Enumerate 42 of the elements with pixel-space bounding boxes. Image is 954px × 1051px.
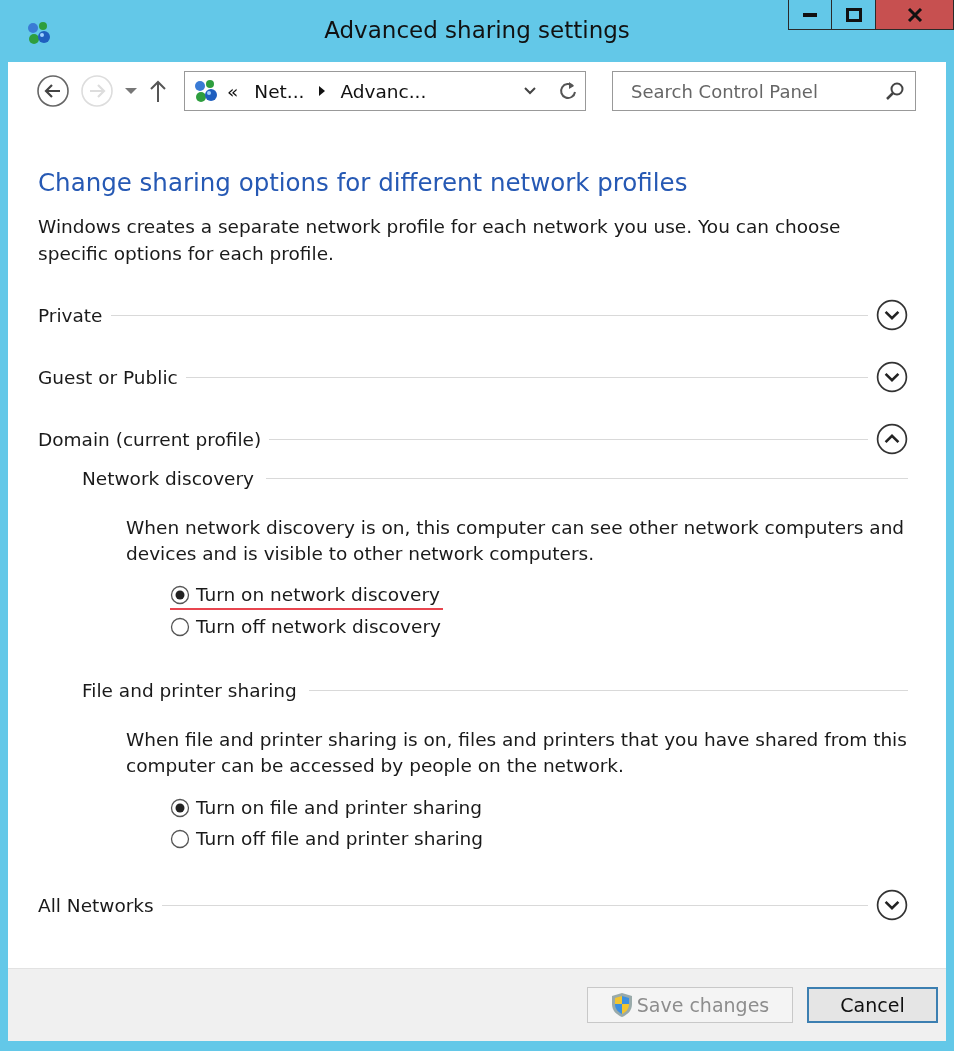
expand-chevron-icon[interactable] [876, 299, 908, 331]
page-description: Windows creates a separate network profile for each network you use. You can choose specific options for each profile. [38, 215, 842, 266]
refresh-icon[interactable] [557, 80, 579, 102]
breadcrumb-item[interactable]: Advanc... [340, 80, 427, 102]
minimize-button[interactable] [788, 0, 832, 30]
search-box[interactable]: Search Control Panel [612, 71, 916, 111]
radio-button[interactable] [170, 584, 190, 605]
address-bar[interactable]: « Net... Advanc... [184, 71, 586, 111]
profile-header[interactable]: Domain (current profile) [38, 428, 262, 450]
window-title: Advanced sharing settings [324, 17, 630, 43]
profile-header[interactable]: Private [38, 304, 103, 326]
radio-label[interactable]: Turn on file and printer sharing [196, 797, 483, 818]
radio-button[interactable] [170, 797, 190, 818]
up-arrow-button[interactable] [148, 79, 168, 103]
back-button[interactable] [36, 74, 70, 108]
page-heading: Change sharing options for different network profiles [38, 168, 689, 197]
close-button[interactable] [876, 0, 954, 30]
close-icon [906, 7, 923, 22]
radio-button[interactable] [170, 616, 190, 637]
profile-header[interactable]: Guest or Public [38, 366, 178, 388]
dropdown-arrow-icon[interactable] [124, 87, 138, 95]
profile-header[interactable]: All Networks [38, 894, 154, 916]
group-description: When network discovery is on, this computer can see other network computers and devices and is visible to other network computers. [126, 516, 906, 566]
breadcrumb-item[interactable]: Net... [254, 80, 305, 102]
radio-label[interactable]: Turn on network discovery [196, 584, 440, 605]
group-description: When file and printer sharing is on, files and printers that you have shared from this computer can be accessed by people on the network. [126, 728, 908, 778]
breadcrumb-overflow[interactable]: « [227, 80, 239, 102]
group-title: Network discovery [82, 467, 255, 489]
maximize-icon [845, 7, 862, 22]
group-title: File and printer sharing [82, 679, 297, 701]
radio-label[interactable]: Turn off network discovery [196, 616, 441, 637]
search-icon[interactable] [885, 81, 905, 101]
dropdown-chevron-icon[interactable] [523, 86, 537, 96]
shield-icon [610, 992, 633, 1018]
radio-button[interactable] [170, 828, 190, 849]
collapse-chevron-icon[interactable] [876, 423, 908, 455]
minimize-icon [803, 12, 817, 17]
expand-chevron-icon[interactable] [876, 361, 908, 393]
dialog-button[interactable]: Cancel [807, 987, 938, 1023]
radio-label[interactable]: Turn off file and printer sharing [196, 828, 484, 849]
breadcrumb-separator-icon[interactable] [318, 85, 327, 97]
expand-chevron-icon[interactable] [876, 889, 908, 921]
